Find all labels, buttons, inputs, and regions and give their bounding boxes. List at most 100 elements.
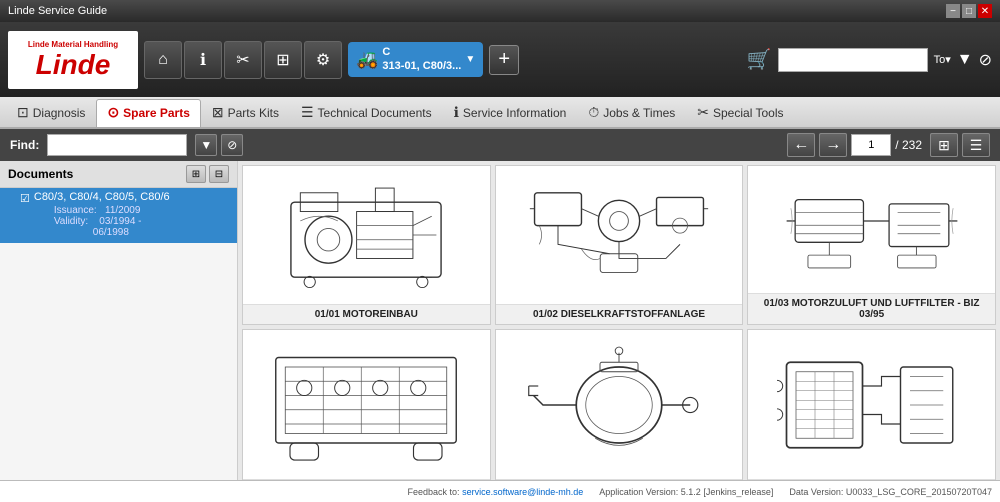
status-bar: Feedback to: service.software@linde-mh.d… bbox=[0, 480, 1000, 502]
grid-item-0102[interactable]: 01/02 DIESELKRAFTSTOFFANLAGE bbox=[495, 165, 744, 325]
sidebar-expand-button[interactable]: ⊞ bbox=[186, 165, 206, 183]
close-button[interactable]: ✕ bbox=[978, 4, 992, 18]
view-toggle: ⊞ ☰ bbox=[930, 133, 990, 157]
parts-kits-icon: ⊠ bbox=[212, 104, 224, 121]
find-label: Find: bbox=[10, 138, 39, 152]
tab-technical-documents[interactable]: ☰ Technical Documents bbox=[290, 99, 443, 127]
list-view-button[interactable]: ☰ bbox=[962, 133, 990, 157]
to-label[interactable]: To▾ bbox=[934, 53, 951, 66]
grid-item-image-0104 bbox=[243, 330, 490, 479]
sidebar-item-c80[interactable]: ☑ C80/3, C80/4, C80/5, C80/6 Issuance: 1… bbox=[0, 188, 237, 243]
model-sublabel: 313-01, C80/3... bbox=[382, 60, 461, 73]
minimize-button[interactable]: − bbox=[946, 4, 960, 18]
checkbox-icon: ☑ bbox=[20, 192, 30, 205]
model-tab[interactable]: 🚜 C 313-01, C80/3... ▼ bbox=[348, 42, 483, 76]
grid-item-image-0103 bbox=[748, 166, 995, 293]
page-total: / 232 bbox=[895, 138, 922, 152]
content-grid: 01/01 MOTOREINBAU bbox=[238, 161, 1000, 480]
sidebar-item-name: C80/3, C80/4, C80/5, C80/6 bbox=[34, 191, 170, 203]
sidebar-title: Documents bbox=[8, 167, 73, 181]
tab-jobs-times[interactable]: ⏱ Jobs & Times bbox=[577, 99, 686, 127]
grid-item-label-0101: 01/01 MOTOREINBAU bbox=[243, 304, 490, 324]
grid-item-0101[interactable]: 01/01 MOTOREINBAU bbox=[242, 165, 491, 325]
diagnosis-icon: ⊡ bbox=[17, 104, 29, 121]
tab-parts-kits[interactable]: ⊠ Parts Kits bbox=[201, 99, 290, 127]
validity-value: 06/1998 bbox=[54, 227, 170, 238]
grid-item-label-0106 bbox=[748, 479, 995, 480]
tab-special-tools-label: Special Tools bbox=[713, 106, 784, 120]
logo-area: Linde Material Handling Linde bbox=[8, 31, 138, 89]
tab-spare-parts-label: Spare Parts bbox=[123, 106, 190, 120]
feedback-email[interactable]: service.software@linde-mh.de bbox=[462, 487, 583, 497]
grid-item-0105[interactable] bbox=[495, 329, 744, 480]
model-label: C bbox=[382, 46, 461, 59]
tech-docs-icon: ☰ bbox=[301, 104, 314, 121]
grid-item-label-0103: 01/03 MOTORZULUFT UND LUFTFILTER - BIZ 0… bbox=[748, 293, 995, 324]
grid-item-label-0102: 01/02 DIESELKRAFTSTOFFANLAGE bbox=[496, 304, 743, 324]
grid-item-0106[interactable] bbox=[747, 329, 996, 480]
tab-spare-parts[interactable]: ⊙ Spare Parts bbox=[96, 99, 200, 127]
nav-tabs: ⊡ Diagnosis ⊙ Spare Parts ⊠ Parts Kits ☰… bbox=[0, 97, 1000, 129]
prev-page-button[interactable]: ← bbox=[787, 133, 815, 157]
service-info-icon: ℹ bbox=[454, 104, 459, 121]
tab-service-information[interactable]: ℹ Service Information bbox=[443, 99, 578, 127]
grid-view-button[interactable]: ⊞ bbox=[930, 133, 958, 157]
grid-item-image-0101 bbox=[243, 166, 490, 304]
validity-label: Validity: 03/1994 - bbox=[54, 216, 170, 227]
sidebar-header-icons: ⊞ ⊟ bbox=[186, 165, 229, 183]
window-controls: − □ ✕ bbox=[946, 4, 992, 18]
find-clear-button[interactable]: ⊘ bbox=[221, 134, 243, 156]
feedback-label: Feedback to: service.software@linde-mh.d… bbox=[408, 487, 584, 497]
sidebar-collapse-button[interactable]: ⊟ bbox=[209, 165, 229, 183]
linde-logo: Linde bbox=[36, 51, 111, 79]
jobs-times-icon: ⏱ bbox=[588, 104, 599, 121]
home-button[interactable]: ⌂ bbox=[144, 41, 182, 79]
app-version: Application Version: 5.1.2 [Jenkins_rele… bbox=[599, 487, 773, 497]
cart-icon[interactable]: 🛒 bbox=[747, 47, 772, 72]
data-version: Data Version: U0033_LSG_CORE_20150720T04… bbox=[789, 487, 992, 497]
find-filter-button[interactable]: ▼ bbox=[195, 134, 217, 156]
tools-button[interactable]: ✂ bbox=[224, 41, 262, 79]
sidebar-header: Documents ⊞ ⊟ bbox=[0, 161, 237, 188]
spare-parts-icon: ⊙ bbox=[107, 104, 119, 121]
maximize-button[interactable]: □ bbox=[962, 4, 976, 18]
tab-special-tools[interactable]: ✂ Special Tools bbox=[686, 99, 794, 127]
title-bar: Linde Service Guide − □ ✕ bbox=[0, 0, 1000, 22]
pagination-controls: ← → / 232 bbox=[787, 133, 922, 157]
page-number-input[interactable] bbox=[851, 134, 891, 156]
grid-item-0103[interactable]: 01/03 MOTORZULUFT UND LUFTFILTER - BIZ 0… bbox=[747, 165, 996, 325]
tab-parts-kits-label: Parts Kits bbox=[228, 106, 279, 120]
header-search-input[interactable] bbox=[778, 48, 928, 72]
info-button[interactable]: ℹ bbox=[184, 41, 222, 79]
find-icons: ▼ ⊘ bbox=[195, 134, 243, 156]
find-input[interactable] bbox=[47, 134, 187, 156]
next-page-button[interactable]: → bbox=[819, 133, 847, 157]
sidebar-item-details: Issuance: 11/2009 Validity: 03/1994 - 06… bbox=[54, 203, 170, 240]
grid-item-image-0106 bbox=[748, 330, 995, 479]
logo-top-text: Linde Material Handling bbox=[28, 40, 118, 49]
grid-item-label-0105 bbox=[496, 479, 743, 480]
settings-button[interactable]: ⚙ bbox=[304, 41, 342, 79]
grid-item-image-0102 bbox=[496, 166, 743, 304]
tab-technical-documents-label: Technical Documents bbox=[318, 106, 432, 120]
header-right: 🛒 To▾ ▼ ⊘ bbox=[747, 47, 992, 72]
app-title: Linde Service Guide bbox=[8, 5, 946, 17]
filter2-icon[interactable]: ⊘ bbox=[979, 50, 992, 70]
special-tools-icon: ✂ bbox=[697, 104, 709, 121]
toolbar-icons: ⌂ ℹ ✂ ⊞ ⚙ bbox=[144, 41, 342, 79]
grid-button[interactable]: ⊞ bbox=[264, 41, 302, 79]
tab-jobs-times-label: Jobs & Times bbox=[603, 106, 675, 120]
find-bar: Find: ▼ ⊘ ← → / 232 ⊞ ☰ bbox=[0, 129, 1000, 161]
grid-item-image-0105 bbox=[496, 330, 743, 479]
main-content: Documents ⊞ ⊟ ☑ C80/3, C80/4, C80/5, C80… bbox=[0, 161, 1000, 480]
sidebar: Documents ⊞ ⊟ ☑ C80/3, C80/4, C80/5, C80… bbox=[0, 161, 238, 480]
filter-icon[interactable]: ▼ bbox=[957, 51, 973, 69]
tab-diagnosis[interactable]: ⊡ Diagnosis bbox=[6, 99, 96, 127]
model-icon: 🚜 bbox=[356, 49, 378, 70]
model-text: C 313-01, C80/3... bbox=[382, 46, 461, 72]
grid-item-label-0104 bbox=[243, 479, 490, 480]
grid-item-0104[interactable] bbox=[242, 329, 491, 480]
add-tab-button[interactable]: + bbox=[489, 45, 519, 75]
tab-service-information-label: Service Information bbox=[463, 106, 566, 120]
model-dropdown-icon: ▼ bbox=[465, 54, 475, 65]
